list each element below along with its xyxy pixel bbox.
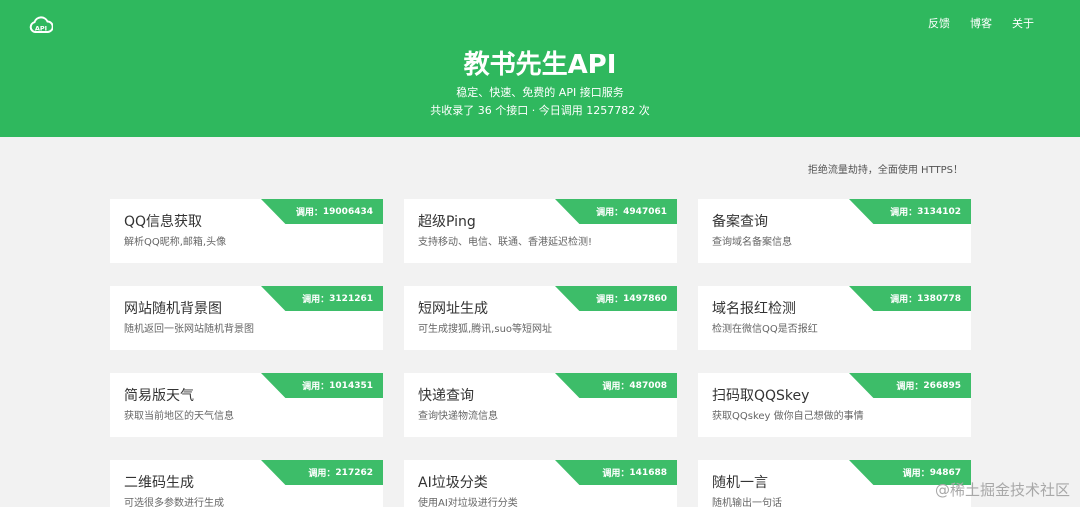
api-card-icp-lookup[interactable]: 调用： 3134102 备案查询 查询域名备案信息 [698,199,971,263]
badge-count: 487008 [629,380,667,391]
badge-label: 调用： [295,208,323,218]
badge-count: 3121261 [329,293,373,304]
card-title: 短网址生成 [418,301,488,317]
badge-count: 1014351 [329,380,373,391]
card-desc: 解析QQ昵称,邮箱,头像 [124,237,227,248]
badge-label: 调用： [902,469,930,479]
card-desc: 可生成搜狐,腾讯,suo等短网址 [418,324,553,335]
cloud-api-logo-icon[interactable]: API [29,15,53,35]
badge-label: 调用： [602,382,630,392]
api-card-random-background[interactable]: 调用： 3121261 网站随机背景图 随机返回一张网站随机背景图 [110,286,383,350]
badge-count: 141688 [629,467,667,478]
api-card-qrcode[interactable]: 调用： 217262 二维码生成 可选很多参数进行生成 [110,460,383,507]
api-card-super-ping[interactable]: 调用： 4947061 超级Ping 支持移动、电信、联通、香港延迟检测! [404,199,677,263]
card-title: 备案查询 [712,214,768,230]
api-card-qq-info[interactable]: 调用： 19006434 QQ信息获取 解析QQ昵称,邮箱,头像 [110,199,383,263]
card-desc: 检测在微信QQ是否报红 [712,324,818,335]
card-desc: 支持移动、电信、联通、香港延迟检测! [418,237,593,248]
card-title: 二维码生成 [124,475,194,491]
badge-count: 1497860 [623,293,667,304]
badge-count: 3134102 [917,206,961,217]
card-desc: 查询快递物流信息 [418,411,498,422]
card-title: 随机一言 [712,475,768,491]
card-desc: 查询域名备案信息 [712,237,792,248]
call-count-badge: 调用： 266895 [849,373,971,398]
badge-count: 1380778 [917,293,961,304]
api-card-random-quote[interactable]: 调用： 94867 随机一言 随机输出一句话 [698,460,971,507]
nav-feedback-link[interactable]: 反馈 [928,17,950,31]
api-card-short-url[interactable]: 调用： 1497860 短网址生成 可生成搜狐,腾讯,suo等短网址 [404,286,677,350]
top-nav: 反馈 博客 关于 [928,17,1034,31]
badge-label: 调用： [890,295,918,305]
badge-label: 调用： [596,295,624,305]
site-subtitle: 稳定、快速、免费的 API 接口服务 [456,86,624,99]
api-card-express-tracking[interactable]: 调用： 487008 快递查询 查询快递物流信息 [404,373,677,437]
badge-count: 266895 [923,380,961,391]
site-title: 教书先生API [463,50,617,80]
card-desc: 获取QQskey 做你自己想做的事情 [712,411,864,422]
svg-text:API: API [35,25,47,33]
card-desc: 使用AI对垃圾进行分类 [418,498,518,507]
api-card-weather[interactable]: 调用： 1014351 简易版天气 获取当前地区的天气信息 [110,373,383,437]
badge-label: 调用： [896,382,924,392]
card-desc: 随机输出一句话 [712,498,782,507]
call-count-badge: 调用： 3121261 [261,286,383,311]
nav-about-link[interactable]: 关于 [1012,17,1034,31]
https-notice: 拒绝流量劫持，全面使用 HTTPS！ [807,165,963,176]
card-desc: 获取当前地区的天气信息 [124,411,234,422]
api-stats: 共收录了 36 个接口 · 今日调用 1257782 次 [430,104,650,117]
call-count-badge: 调用： 487008 [555,373,677,398]
badge-label: 调用： [302,382,330,392]
call-count-badge: 调用： 19006434 [261,199,383,224]
card-desc: 可选很多参数进行生成 [124,498,224,507]
call-count-badge: 调用： 4947061 [555,199,677,224]
badge-label: 调用： [308,469,336,479]
badge-label: 调用： [602,469,630,479]
badge-count: 217262 [335,467,373,478]
nav-blog-link[interactable]: 博客 [970,17,992,31]
badge-label: 调用： [596,208,624,218]
call-count-badge: 调用： 1014351 [261,373,383,398]
card-title: 网站随机背景图 [124,301,222,317]
call-count-badge: 调用： 141688 [555,460,677,485]
card-title: 快递查询 [418,388,474,404]
card-desc: 随机返回一张网站随机背景图 [124,324,254,335]
header: API 反馈 博客 关于 教书先生API 稳定、快速、免费的 API 接口服务 … [0,0,1080,137]
card-title: 简易版天气 [124,388,194,404]
api-card-grid: 调用： 19006434 QQ信息获取 解析QQ昵称,邮箱,头像 调用： 49470… [110,199,971,507]
badge-label: 调用： [302,295,330,305]
call-count-badge: 调用： 3134102 [849,199,971,224]
badge-label: 调用： [890,208,918,218]
call-count-badge: 调用： 1380778 [849,286,971,311]
badge-count: 4947061 [623,206,667,217]
call-count-badge: 调用： 1497860 [555,286,677,311]
card-title: AI垃圾分类 [418,475,488,491]
api-card-domain-block-check[interactable]: 调用： 1380778 域名报红检测 检测在微信QQ是否报红 [698,286,971,350]
call-count-badge: 调用： 217262 [261,460,383,485]
card-title: 扫码取QQSkey [712,388,810,404]
card-title: 超级Ping [418,214,476,230]
api-card-qqskey-scan[interactable]: 调用： 266895 扫码取QQSkey 获取QQskey 做你自己想做的事情 [698,373,971,437]
badge-count: 94867 [929,467,961,478]
card-title: QQ信息获取 [124,214,203,230]
api-card-ai-garbage-sort[interactable]: 调用： 141688 AI垃圾分类 使用AI对垃圾进行分类 [404,460,677,507]
watermark: @稀土掘金技术社区 [934,481,1070,499]
card-title: 域名报红检测 [712,301,796,317]
badge-count: 19006434 [322,206,373,217]
